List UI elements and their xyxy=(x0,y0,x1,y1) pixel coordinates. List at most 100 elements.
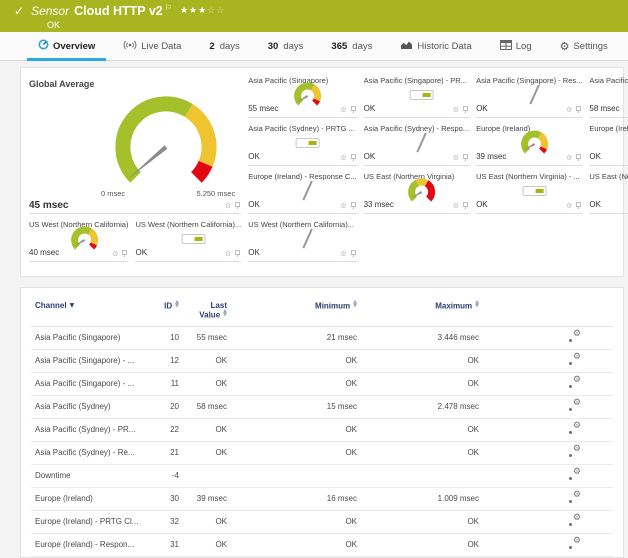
cell-channel: Asia Pacific (Sydney) xyxy=(31,395,149,418)
cell-id: 10 xyxy=(149,326,193,349)
channel-gauge-cell: US West (Northern California)... xyxy=(248,214,356,262)
priority-stars[interactable]: ★★★☆☆ xyxy=(180,6,225,16)
tab-30-days[interactable]: 30days xyxy=(254,32,318,60)
tab-overview[interactable]: Overview xyxy=(24,32,109,60)
column-header-maximum[interactable]: Maximum xyxy=(371,292,493,326)
cell-channel: Asia Pacific (Singapore) - ... xyxy=(31,372,149,395)
pin-icon[interactable] xyxy=(575,202,581,210)
gear-icon[interactable]: ⚙ xyxy=(340,155,346,162)
gear-icon[interactable]: ⚙ xyxy=(340,107,346,114)
historic-chart-icon xyxy=(400,40,413,53)
cell-channel: Europe (Ireland) xyxy=(31,487,149,510)
priority-flag-icon[interactable]: ⚐ xyxy=(165,3,172,12)
channel-settings-gear-icon[interactable] xyxy=(568,400,581,411)
gear-icon[interactable]: ⚙ xyxy=(112,251,118,258)
global-average-cell: Global Average 0 msec 5.250 msec 45 msec… xyxy=(29,70,241,214)
cell-id: 32 xyxy=(149,510,193,533)
cell-minimum: OK xyxy=(245,372,371,395)
cell-channel: Europe (Ireland) - PRTG Cl... xyxy=(31,510,149,533)
gear-icon[interactable]: ⚙ xyxy=(225,203,231,210)
channel-needle-icon xyxy=(307,178,309,204)
tab-live-data[interactable]: Live Data xyxy=(109,32,195,60)
channel-state-toggle-icon xyxy=(523,186,547,196)
cell-minimum: OK xyxy=(245,533,371,556)
channel-settings-gear-icon[interactable] xyxy=(568,492,581,503)
table-row: Asia Pacific (Sydney) - PR... 22 OK OK O… xyxy=(31,418,613,441)
channel-settings-gear-icon[interactable] xyxy=(568,538,581,549)
gear-icon[interactable]: ⚙ xyxy=(340,203,346,210)
cell-id: 20 xyxy=(149,395,193,418)
pin-icon[interactable] xyxy=(234,202,240,210)
tab-settings[interactable]: ⚙ Settings xyxy=(546,32,622,60)
tab-log[interactable]: Log xyxy=(486,32,546,60)
tab-bar: Overview Live Data 2days 30days 365days … xyxy=(0,32,628,61)
channel-needle-icon xyxy=(534,82,536,108)
column-header-last-value[interactable]: Last Value xyxy=(193,292,245,326)
gear-icon[interactable]: ⚙ xyxy=(225,251,231,258)
gear-icon[interactable]: ⚙ xyxy=(453,203,459,210)
channel-settings-gear-icon[interactable] xyxy=(568,354,581,365)
global-average-gauge-icon xyxy=(91,85,241,200)
tab-historic-data[interactable]: Historic Data xyxy=(386,32,485,60)
cell-channel: Europe (Ireland) - Respon... xyxy=(31,533,149,556)
channel-gauge-cell: Asia Pacific (Sydney) - Respo... xyxy=(364,118,469,166)
channel-gauge-icon xyxy=(517,128,553,158)
gear-icon[interactable]: ⚙ xyxy=(340,251,346,258)
gear-icon[interactable]: ⚙ xyxy=(566,107,572,114)
pin-icon[interactable] xyxy=(350,106,356,114)
channel-needle-icon xyxy=(421,130,423,156)
pin-icon[interactable] xyxy=(462,202,468,210)
pin-icon[interactable] xyxy=(121,250,127,258)
stars-empty: ☆☆ xyxy=(207,6,225,16)
cell-last-value: 39 msec xyxy=(193,487,245,510)
pin-icon[interactable] xyxy=(462,106,468,114)
channel-settings-gear-icon[interactable] xyxy=(568,446,581,457)
channel-gauge-icon xyxy=(404,176,440,206)
column-header-id[interactable]: ID xyxy=(149,292,193,326)
sensor-header: ✓ Sensor Cloud HTTP v2 ⚐ ★★★☆☆ OK xyxy=(0,0,628,32)
sort-icon xyxy=(223,310,227,317)
cell-minimum: 15 msec xyxy=(245,395,371,418)
channel-title: Europe (Ireland) - PRTG Cloud... xyxy=(589,118,628,133)
cell-minimum: OK xyxy=(245,441,371,464)
channels-table: Channel▼ ID Last Value Minimum Maximum A… xyxy=(31,292,613,557)
gear-icon[interactable]: ⚙ xyxy=(566,203,572,210)
column-header-minimum[interactable]: Minimum xyxy=(245,292,371,326)
gear-icon[interactable]: ⚙ xyxy=(566,155,572,162)
table-row: Asia Pacific (Singapore) - ... 12 OK OK … xyxy=(31,349,613,372)
live-data-signal-icon xyxy=(123,40,137,53)
column-header-actions xyxy=(493,292,613,326)
gear-icon[interactable]: ⚙ xyxy=(453,107,459,114)
column-header-channel[interactable]: Channel▼ xyxy=(31,292,149,326)
pin-icon[interactable] xyxy=(575,106,581,114)
channel-gauge-icon xyxy=(66,224,102,254)
tab-365-days[interactable]: 365days xyxy=(317,32,386,60)
pin-icon[interactable] xyxy=(575,154,581,162)
cell-last-value: OK xyxy=(193,441,245,464)
cell-maximum xyxy=(371,464,493,487)
cell-id: 12 xyxy=(149,349,193,372)
table-row: Europe (Ireland) - Respon... 31 OK OK OK xyxy=(31,533,613,556)
cell-maximum: 3.446 msec xyxy=(371,326,493,349)
cell-minimum: OK xyxy=(245,349,371,372)
gauge-scale-min: 0 msec xyxy=(101,189,125,198)
channel-gauge-cell: US West (Northern California) xyxy=(29,214,128,262)
channel-value: OK xyxy=(476,104,488,113)
channel-settings-gear-icon[interactable] xyxy=(568,515,581,526)
channel-needle-icon xyxy=(307,226,309,252)
channel-gauge-cell: US West (Northern California)... xyxy=(135,214,241,262)
channel-settings-gear-icon[interactable] xyxy=(568,423,581,434)
pin-icon[interactable] xyxy=(234,250,240,258)
gear-icon[interactable]: ⚙ xyxy=(453,155,459,162)
channel-value: 33 msec xyxy=(364,200,394,209)
pin-icon[interactable] xyxy=(462,154,468,162)
gauges-panel: Global Average 0 msec 5.250 msec 45 msec… xyxy=(20,67,624,277)
channel-settings-gear-icon[interactable] xyxy=(568,331,581,342)
pin-icon[interactable] xyxy=(350,250,356,258)
channel-settings-gear-icon[interactable] xyxy=(568,469,581,480)
global-average-value: 45 msec xyxy=(29,200,68,211)
pin-icon[interactable] xyxy=(350,202,356,210)
tab-2-days[interactable]: 2days xyxy=(195,32,253,60)
pin-icon[interactable] xyxy=(350,154,356,162)
channel-settings-gear-icon[interactable] xyxy=(568,377,581,388)
